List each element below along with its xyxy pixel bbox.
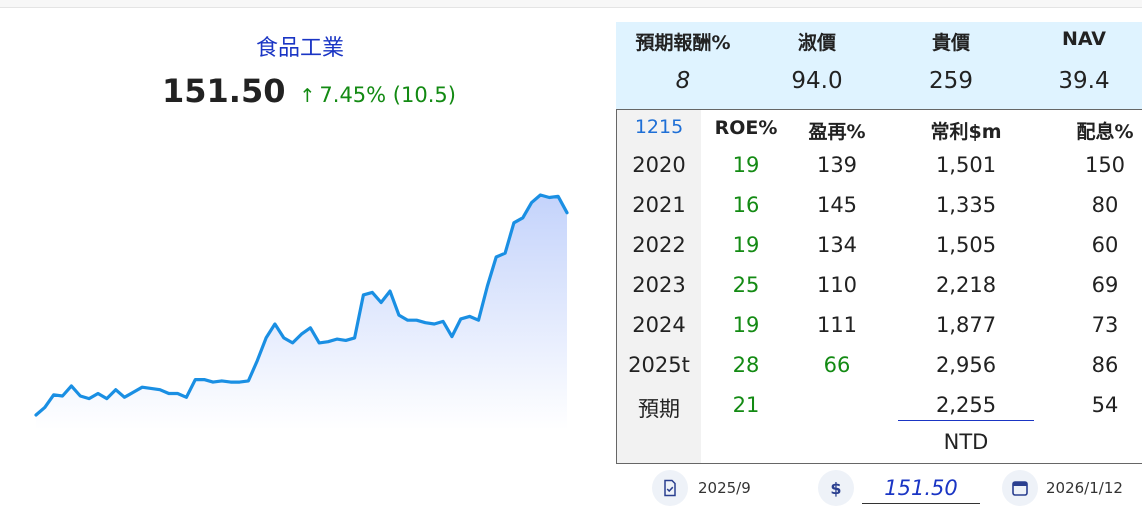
row-roe: 19 — [732, 233, 760, 257]
col-header-dividend: 配息% — [1076, 121, 1134, 143]
col-header-reinvest: 盈再% — [808, 121, 866, 143]
col-header-profit: 常利$m — [930, 121, 1002, 143]
row-year: 2021 — [632, 193, 686, 217]
row-year: 預期 — [638, 397, 680, 421]
row-dividend: 86 — [1091, 353, 1119, 377]
current-date: 2026/1/12 — [1046, 479, 1123, 497]
report-date: 2025/9 — [698, 479, 751, 497]
row-profit: 2,956 — [935, 353, 997, 377]
row-year: 2022 — [632, 233, 686, 257]
calendar-icon[interactable] — [1002, 470, 1038, 506]
row-roe: 25 — [732, 273, 760, 297]
change-value: 7.45% (10.5) — [319, 83, 456, 107]
summary-header-cheap-price: 淑價 — [797, 32, 836, 54]
bottom-bar: 2025/9 $ 2026/1/12 — [616, 470, 1142, 510]
summary-value-cheap-price: 94.0 — [791, 68, 843, 94]
row-dividend: 60 — [1091, 233, 1119, 257]
row-profit: 1,505 — [935, 233, 997, 257]
valuation-summary: 預期報酬% 淑價 貴價 NAV 8 94.0 259 39.4 — [616, 22, 1142, 109]
row-roe: 19 — [732, 313, 760, 337]
dollar-symbol: $ — [830, 478, 842, 498]
price-chart — [34, 193, 569, 430]
summary-header-nav: NAV — [1061, 28, 1107, 50]
summary-header-expected-return: 預期報酬% — [635, 32, 731, 54]
summary-value-expected-return: 8 — [675, 68, 691, 94]
row-reinvest: 139 — [816, 153, 858, 177]
row-dividend: 54 — [1091, 393, 1119, 417]
row-profit: 2,218 — [935, 273, 997, 297]
top-border — [0, 0, 1142, 8]
price-row: 151.50 ↑ 7.45% (10.5) — [162, 72, 456, 110]
row-roe: 19 — [732, 153, 760, 177]
row-dividend: 80 — [1091, 193, 1119, 217]
row-reinvest: 134 — [816, 233, 858, 257]
row-year: 2020 — [632, 153, 686, 177]
row-year: 2024 — [632, 313, 686, 337]
chart-area-fill — [36, 195, 567, 430]
row-roe: 21 — [732, 393, 760, 417]
row-profit: 1,877 — [935, 313, 997, 337]
col-header-roe: ROE% — [714, 117, 778, 139]
row-dividend: 69 — [1091, 273, 1119, 297]
row-profit: 1,335 — [935, 193, 997, 217]
summary-header-expensive-price: 貴價 — [931, 32, 970, 54]
dollar-icon[interactable]: $ — [818, 470, 854, 506]
summary-value-nav: 39.4 — [1058, 68, 1110, 94]
row-roe: 16 — [732, 193, 760, 217]
row-year: 2023 — [632, 273, 686, 297]
price-change: ↑ 7.45% (10.5) — [299, 83, 455, 107]
row-reinvest: 145 — [816, 193, 858, 217]
up-arrow-icon: ↑ — [299, 85, 316, 107]
row-year: 2025t — [628, 353, 690, 377]
document-check-icon[interactable] — [652, 470, 688, 506]
row-dividend: 150 — [1084, 153, 1126, 177]
row-reinvest: 110 — [816, 273, 858, 297]
stock-code: 1215 — [634, 116, 684, 138]
current-price: 151.50 — [162, 72, 286, 110]
profit-underline — [898, 420, 1034, 421]
price-input[interactable] — [862, 472, 980, 504]
financial-table: 1215 ROE% 盈再% 常利$m 配息% 2020 19 139 1,501 150… — [616, 109, 1142, 464]
row-dividend: 73 — [1091, 313, 1119, 337]
summary-value-expensive-price: 259 — [929, 68, 973, 94]
industry-title: 食品工業 — [255, 36, 344, 61]
row-roe: 28 — [732, 353, 760, 377]
row-reinvest: 66 — [823, 353, 851, 377]
row-reinvest: 111 — [816, 313, 858, 337]
currency-label: NTD — [943, 430, 989, 454]
row-profit: 2,255 — [935, 393, 997, 417]
row-profit: 1,501 — [935, 153, 997, 177]
